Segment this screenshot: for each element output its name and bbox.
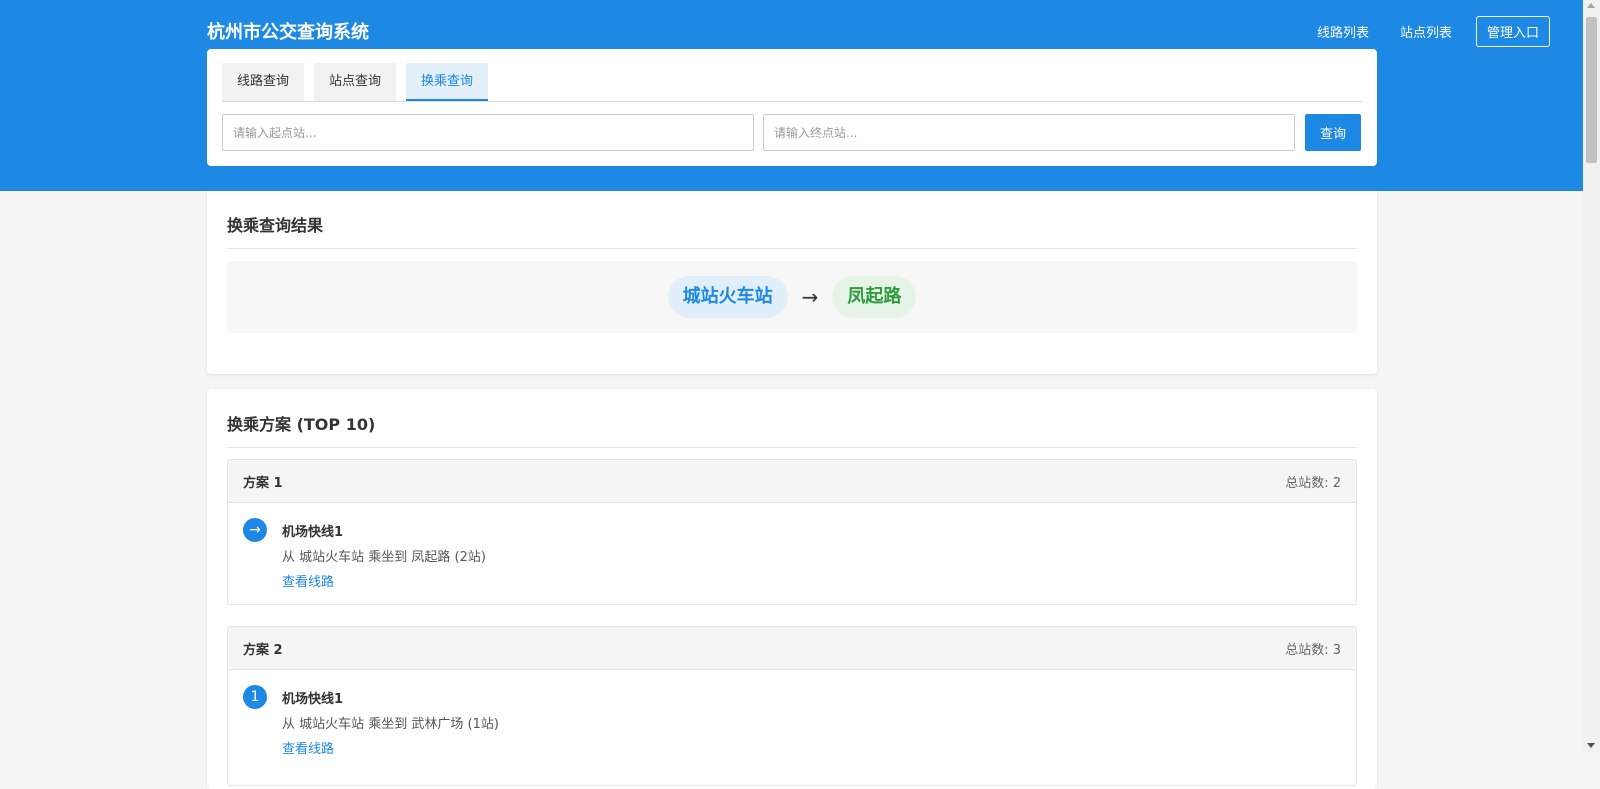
plans-title: 换乘方案 (TOP 10)	[227, 411, 1357, 448]
plan-total-stops: 总站数: 3	[1285, 642, 1341, 658]
plan-header: 方案 2 总站数: 3	[228, 627, 1356, 670]
right-arrow-icon: →	[801, 285, 819, 309]
nav-route-list[interactable]: 线路列表	[1317, 22, 1369, 41]
step-description: 从 城站火车站 乘坐到 凤起路 (2站)	[282, 550, 486, 565]
vertical-scrollbar[interactable]	[1583, 0, 1600, 752]
tab-transfer-query[interactable]: 换乘查询	[406, 63, 489, 101]
route-summary: 城站火车站 → 凤起路	[227, 261, 1357, 333]
start-station-input[interactable]	[222, 114, 754, 151]
plan-item: 方案 2 总站数: 3 1 机场快线1 从 城站火车站 乘坐到 武林广场 (1站…	[227, 626, 1357, 786]
to-station-pill: 凤起路	[832, 276, 917, 318]
from-station-pill: 城站火车站	[667, 276, 788, 318]
view-route-link[interactable]: 查看线路	[282, 738, 334, 757]
step-line-name: 机场快线1	[282, 692, 344, 707]
step-line-name: 机场快线1	[282, 525, 344, 540]
view-route-link[interactable]: 查看线路	[282, 571, 334, 590]
app-title: 杭州市公交查询系统	[207, 22, 369, 43]
result-title: 换乘查询结果	[227, 212, 1357, 249]
admin-entry-button[interactable]: 管理入口	[1475, 16, 1550, 47]
top-nav: 线路列表 站点列表 管理入口	[1286, 16, 1550, 47]
plan-name: 方案 2	[243, 642, 283, 658]
scroll-down-icon[interactable]	[1587, 743, 1595, 748]
transfer-plans-card: 换乘方案 (TOP 10) 方案 1 总站数: 2 → 机场快线1 从 城站火车…	[207, 389, 1377, 789]
plan-header: 方案 1 总站数: 2	[228, 460, 1356, 503]
plan-total-stops: 总站数: 2	[1285, 475, 1341, 491]
header-banner: 杭州市公交查询系统 线路列表 站点列表 管理入口 线路查询 站点查询 换乘查询 …	[0, 0, 1583, 191]
step-description: 从 城站火车站 乘坐到 武林广场 (1站)	[282, 717, 499, 732]
query-button[interactable]: 查询	[1305, 114, 1361, 151]
end-station-input[interactable]	[763, 114, 1295, 151]
plan-name: 方案 1	[243, 475, 283, 491]
search-tabs: 线路查询 站点查询 换乘查询	[222, 63, 1362, 102]
scroll-thumb[interactable]	[1586, 17, 1597, 163]
plan-item: 方案 1 总站数: 2 → 机场快线1 从 城站火车站 乘坐到 凤起路 (2站)…	[227, 459, 1357, 605]
step-number-icon: 1	[243, 685, 267, 709]
search-card: 线路查询 站点查询 换乘查询 查询	[207, 49, 1377, 166]
transfer-result-card: 换乘查询结果 城站火车站 → 凤起路	[207, 191, 1377, 374]
tab-station-query[interactable]: 站点查询	[314, 63, 397, 101]
nav-station-list[interactable]: 站点列表	[1400, 22, 1452, 41]
tab-route-query[interactable]: 线路查询	[222, 63, 305, 101]
direct-arrow-icon: →	[243, 518, 267, 542]
scroll-up-icon[interactable]	[1587, 3, 1595, 8]
